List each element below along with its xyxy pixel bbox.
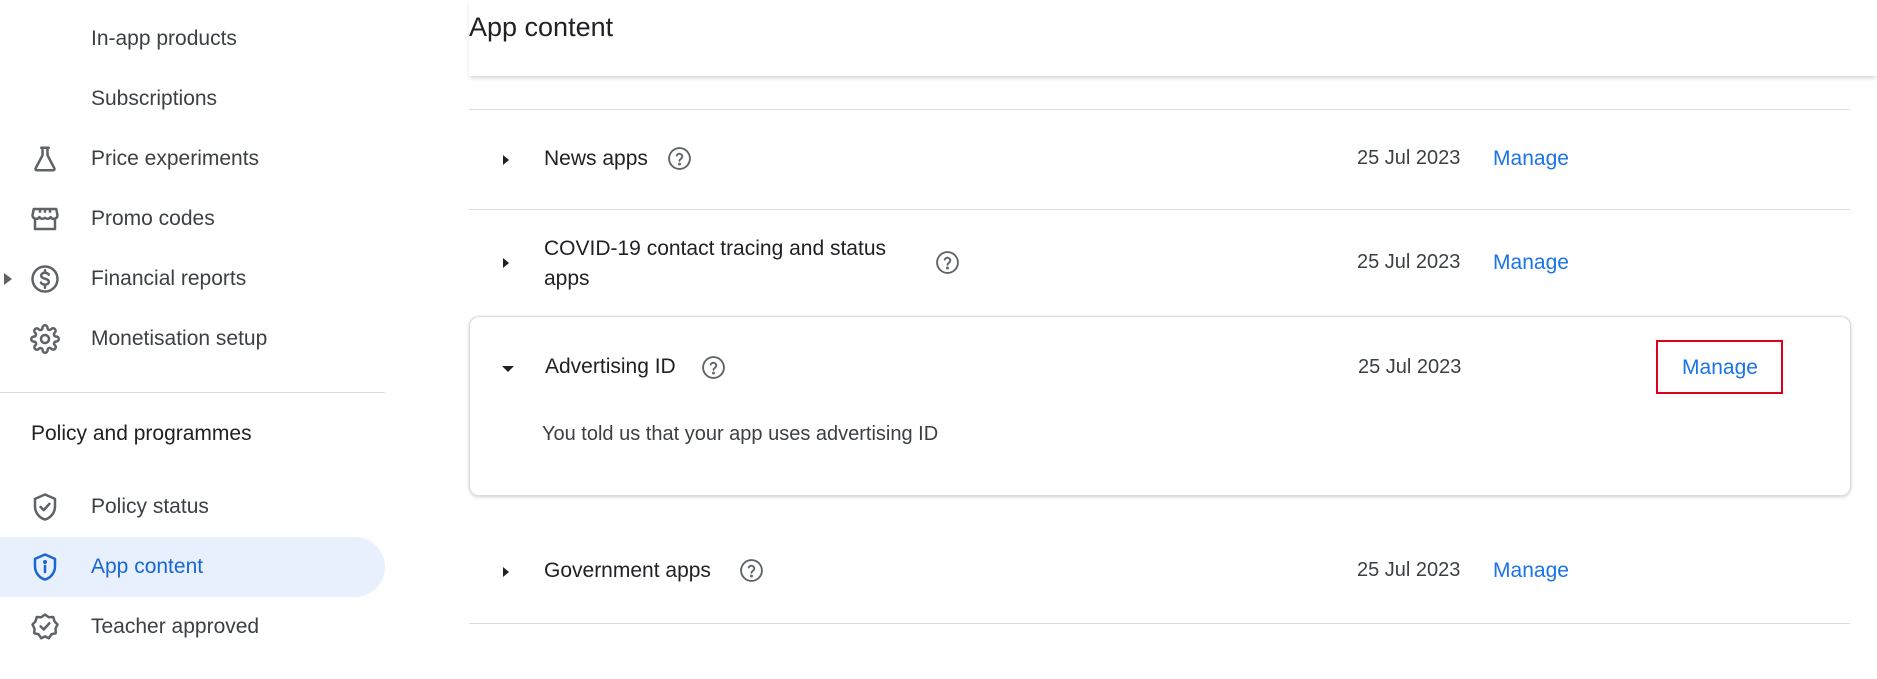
manage-link[interactable]: Manage <box>1670 356 1770 380</box>
section-heading-policy: Policy and programmes <box>31 422 252 445</box>
row-name: News apps <box>544 147 648 170</box>
expand-caret-icon[interactable] <box>500 565 512 579</box>
sidebar-item-in-app-products[interactable]: In-app products <box>0 9 385 69</box>
row-date: 25 Jul 2023 <box>1357 559 1461 581</box>
sidebar-item-app-content[interactable]: App content <box>0 537 385 597</box>
flask-icon <box>30 144 60 174</box>
row-name: Government apps <box>544 559 711 582</box>
help-circle-icon[interactable] <box>667 146 692 171</box>
table-row-covid-19-apps: COVID-19 contact tracing and status apps… <box>469 210 1850 315</box>
sidebar-divider <box>0 392 385 393</box>
sidebar-item-label: Monetisation setup <box>91 327 268 350</box>
storefront-icon <box>30 204 60 234</box>
manage-link[interactable]: Manage <box>1481 559 1581 583</box>
sidebar-item-label: Financial reports <box>91 267 247 290</box>
manage-link[interactable]: Manage <box>1481 147 1581 171</box>
help-circle-icon[interactable] <box>701 355 726 380</box>
row-divider <box>469 623 1850 624</box>
sidebar-item-subscriptions[interactable]: Subscriptions <box>0 69 385 129</box>
table-row-government-apps: Government apps 25 Jul 2023 Manage <box>469 515 1850 623</box>
expand-caret-icon[interactable] <box>500 153 512 167</box>
sidebar-item-label: Policy status <box>91 495 209 518</box>
sidebar-item-monetisation-setup[interactable]: Monetisation setup <box>0 309 385 369</box>
row-name: COVID-19 contact tracing and status apps <box>544 234 964 294</box>
table-row-news-apps: News apps 25 Jul 2023 Manage <box>469 110 1850 209</box>
page-header: App content <box>469 0 1877 76</box>
sidebar-item-financial-reports[interactable]: Financial reports <box>0 249 385 309</box>
gear-icon <box>30 324 60 354</box>
expand-caret-icon[interactable] <box>500 256 512 270</box>
row-name-line: COVID-19 contact tracing and status <box>544 237 886 260</box>
sidebar-item-label: Promo codes <box>91 207 215 230</box>
row-date: 25 Jul 2023 <box>1357 147 1461 169</box>
badge-check-icon <box>30 612 60 642</box>
manage-link[interactable]: Manage <box>1481 251 1581 275</box>
help-circle-icon[interactable] <box>935 250 960 275</box>
expand-arrow-icon[interactable] <box>2 272 14 286</box>
expanded-row-advertising-id: Advertising ID 25 Jul 2023 Manage You to… <box>469 316 1851 496</box>
collapse-caret-icon[interactable] <box>501 362 515 374</box>
row-name: Advertising ID <box>545 355 676 378</box>
app-content-page: In-app products Subscriptions Price expe… <box>0 0 1877 679</box>
sidebar-item-label: Price experiments <box>91 147 260 170</box>
help-circle-icon[interactable] <box>739 558 764 583</box>
sidebar-item-label: App content <box>91 555 204 578</box>
page-title: App content <box>469 12 614 42</box>
shield-check-icon <box>30 492 60 522</box>
row-date: 25 Jul 2023 <box>1358 356 1462 378</box>
sidebar-item-policy-status[interactable]: Policy status <box>0 477 385 537</box>
row-description: You told us that your app uses advertisi… <box>542 423 939 445</box>
sidebar-item-label: Subscriptions <box>91 87 218 110</box>
shield-info-icon <box>30 552 60 582</box>
row-date: 25 Jul 2023 <box>1357 251 1461 273</box>
sidebar-item-label: In-app products <box>91 27 237 50</box>
sidebar-item-promo-codes[interactable]: Promo codes <box>0 189 385 249</box>
main-content: App content News apps 25 Jul 2023 Manage <box>469 0 1877 679</box>
row-name-line: apps <box>544 267 590 290</box>
sidebar-item-label: Teacher approved <box>91 615 260 638</box>
sidebar-nav: In-app products Subscriptions Price expe… <box>0 0 385 679</box>
sidebar-item-price-experiments[interactable]: Price experiments <box>0 129 385 189</box>
sidebar-item-teacher-approved[interactable]: Teacher approved <box>0 597 385 657</box>
dollar-circle-icon <box>30 264 60 294</box>
